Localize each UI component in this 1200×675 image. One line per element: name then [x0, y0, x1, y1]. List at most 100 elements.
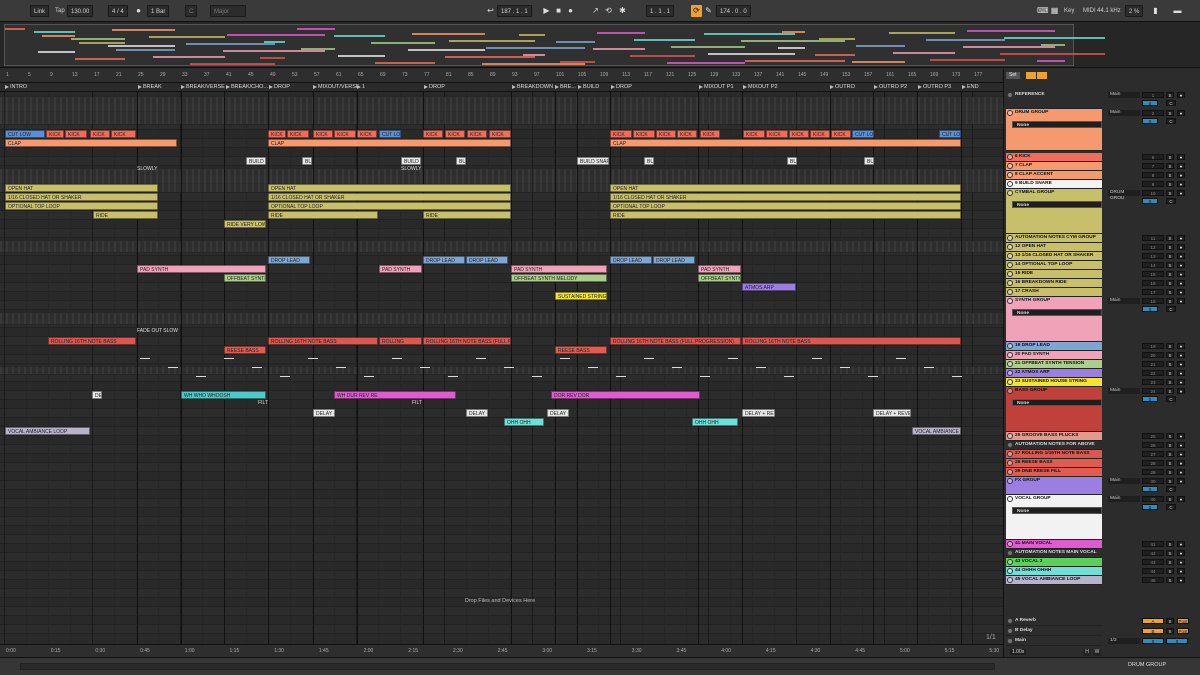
track-lane[interactable] [0, 589, 1003, 598]
clip[interactable]: BUILD S [401, 157, 421, 165]
track-volume-readout[interactable]: 6 [1142, 154, 1164, 160]
tap-tempo-button[interactable]: Tap [55, 5, 65, 17]
solo-button[interactable]: S [1166, 92, 1174, 98]
locator-marker[interactable]: DROP [611, 83, 632, 92]
overview-visible-region[interactable] [4, 24, 1105, 66]
track-volume-readout[interactable]: 7 [1142, 163, 1164, 169]
track-fold-icon[interactable] [1007, 388, 1013, 394]
clip[interactable]: ROLLING 16TH NOTE BASS (FULL PROGRESSION… [610, 337, 741, 345]
track-header[interactable]: DRUM GROUP None [1006, 109, 1102, 151]
track-fold-icon[interactable] [1007, 451, 1013, 457]
track-volume-readout[interactable]: 29 [1142, 469, 1164, 475]
locator-marker[interactable]: OUTRO P2 [874, 83, 907, 92]
track-fold-icon[interactable] [1007, 568, 1013, 574]
track-lane[interactable] [0, 391, 1003, 400]
track-fold-icon[interactable] [1007, 253, 1013, 259]
scale-field[interactable]: Major [210, 5, 246, 17]
output-select[interactable]: DRUM GROU [1108, 190, 1140, 201]
track-header[interactable]: 25 GROOVE BASS PLUCKS [1006, 432, 1102, 441]
clip[interactable]: PAD SYNTH [137, 265, 266, 273]
track-volume-readout[interactable]: 23 [1142, 379, 1164, 385]
clip[interactable]: WH DUR REV RE [334, 391, 456, 399]
track-fold-icon[interactable] [1007, 244, 1013, 250]
input-type-select[interactable]: None [1012, 399, 1102, 406]
track-header[interactable]: 13 1/16 CLOSED HAT OR SHAKER [1006, 252, 1102, 261]
clip[interactable]: DOR REV DOR [551, 391, 700, 399]
track-header[interactable]: 45 VOCAL AMBIANCE LOOP [1006, 576, 1102, 585]
track-lane[interactable] [0, 382, 1003, 391]
track-volume-readout[interactable]: 9 [1142, 181, 1164, 187]
clip[interactable]: OFFBEAT SYNTH [224, 274, 266, 282]
solo-button[interactable]: S [1166, 559, 1174, 565]
track-volume-readout[interactable]: 22 [1142, 370, 1164, 376]
track-header[interactable]: 20 PAD SYNTH [1006, 351, 1102, 360]
track-lane[interactable] [0, 553, 1003, 562]
midi-mapping-button[interactable]: MIDI [1083, 5, 1096, 17]
locator-marker[interactable]: BUILD [578, 83, 599, 92]
track-lane[interactable] [0, 625, 1003, 634]
track-display-toggle[interactable] [1026, 72, 1036, 79]
clip[interactable]: DROP LEAD [268, 256, 310, 264]
track-fold-icon[interactable] [1007, 559, 1013, 565]
clip[interactable]: CUT LOW [939, 130, 961, 138]
clip[interactable]: CLAP [5, 139, 177, 147]
track-lane[interactable] [0, 157, 1003, 166]
solo-button[interactable]: S [1166, 433, 1174, 439]
clip[interactable]: PAD SYNTH [511, 265, 607, 273]
clip[interactable]: RIDE [423, 211, 511, 219]
return-track-header[interactable]: B Delay [1006, 627, 1102, 636]
track-header[interactable]: CYMBAL GROUP None [1006, 189, 1102, 234]
clip[interactable]: OFFBEAT SYNTH MELODY [511, 274, 607, 282]
track-lane[interactable] [0, 427, 1003, 436]
track-volume-readout[interactable]: 13 [1142, 253, 1164, 259]
track-volume-readout[interactable]: 43 [1142, 559, 1164, 565]
pan-readout[interactable]: 0 [1142, 396, 1158, 402]
output-select[interactable]: Main [1108, 92, 1140, 98]
arm-button[interactable]: ● [1177, 244, 1185, 250]
track-header[interactable]: 12 OPEN HAT [1006, 243, 1102, 252]
time-signature-field[interactable]: 4 / 4 [108, 5, 128, 17]
track-volume-readout[interactable]: 41 [1142, 541, 1164, 547]
track-lane[interactable] [0, 526, 1003, 535]
loop-start-field[interactable]: 1 . 1 . 1 [646, 5, 675, 17]
track-lane[interactable] [0, 535, 1003, 544]
track-fold-icon[interactable] [1007, 298, 1013, 304]
capture-icon[interactable]: ✱ [617, 5, 628, 17]
locator-marker[interactable]: BREAK/CHO... [226, 83, 268, 92]
track-lane[interactable] [0, 544, 1003, 553]
track-lane[interactable] [0, 508, 1003, 517]
track-fold-icon[interactable] [1007, 460, 1013, 466]
clip[interactable]: ROLLING 16TH NOTE BASS [742, 337, 961, 345]
track-header[interactable]: REFERENCE [1006, 91, 1102, 109]
track-volume-readout[interactable]: 2 [1142, 110, 1164, 116]
clip[interactable]: ROLLING 16TH NOTE BASS [268, 337, 378, 345]
pan-readout[interactable]: 0 [1142, 100, 1158, 106]
track-lane[interactable] [0, 517, 1003, 526]
track-volume-readout[interactable]: 28 [1142, 460, 1164, 466]
arm-button[interactable]: ● [1177, 262, 1185, 268]
track-volume-readout[interactable]: 12 [1142, 244, 1164, 250]
track-lane[interactable] [0, 355, 1003, 364]
solo-button[interactable]: S [1166, 181, 1174, 187]
track-fold-icon[interactable] [1007, 433, 1013, 439]
track-volume-readout[interactable]: 27 [1142, 451, 1164, 457]
arm-button[interactable]: ● [1177, 388, 1185, 394]
arm-button[interactable]: ● [1177, 577, 1185, 583]
io-display-toggle[interactable] [1037, 72, 1047, 79]
clip[interactable]: BU [787, 157, 797, 165]
track-lane[interactable] [0, 418, 1003, 427]
track-header[interactable]: BASS GROUP None [1006, 387, 1102, 432]
track-header[interactable]: 15 RIDE [1006, 270, 1102, 279]
track-volume-readout[interactable]: 15 [1142, 271, 1164, 277]
solo-button[interactable]: S [1166, 235, 1174, 241]
solo-button[interactable]: S [1166, 271, 1174, 277]
solo-button[interactable]: S [1166, 361, 1174, 367]
clip[interactable]: BU [644, 157, 654, 165]
clip[interactable]: CUT LOW [852, 130, 874, 138]
follow-icon[interactable]: ↩ [485, 5, 496, 17]
arm-button[interactable]: ● [1177, 469, 1185, 475]
main-volume-readout[interactable]: 0 [1142, 638, 1164, 644]
clip[interactable]: CLAP [268, 139, 511, 147]
solo-button[interactable]: S [1166, 262, 1174, 268]
arrangement-overview[interactable] [0, 22, 1200, 68]
